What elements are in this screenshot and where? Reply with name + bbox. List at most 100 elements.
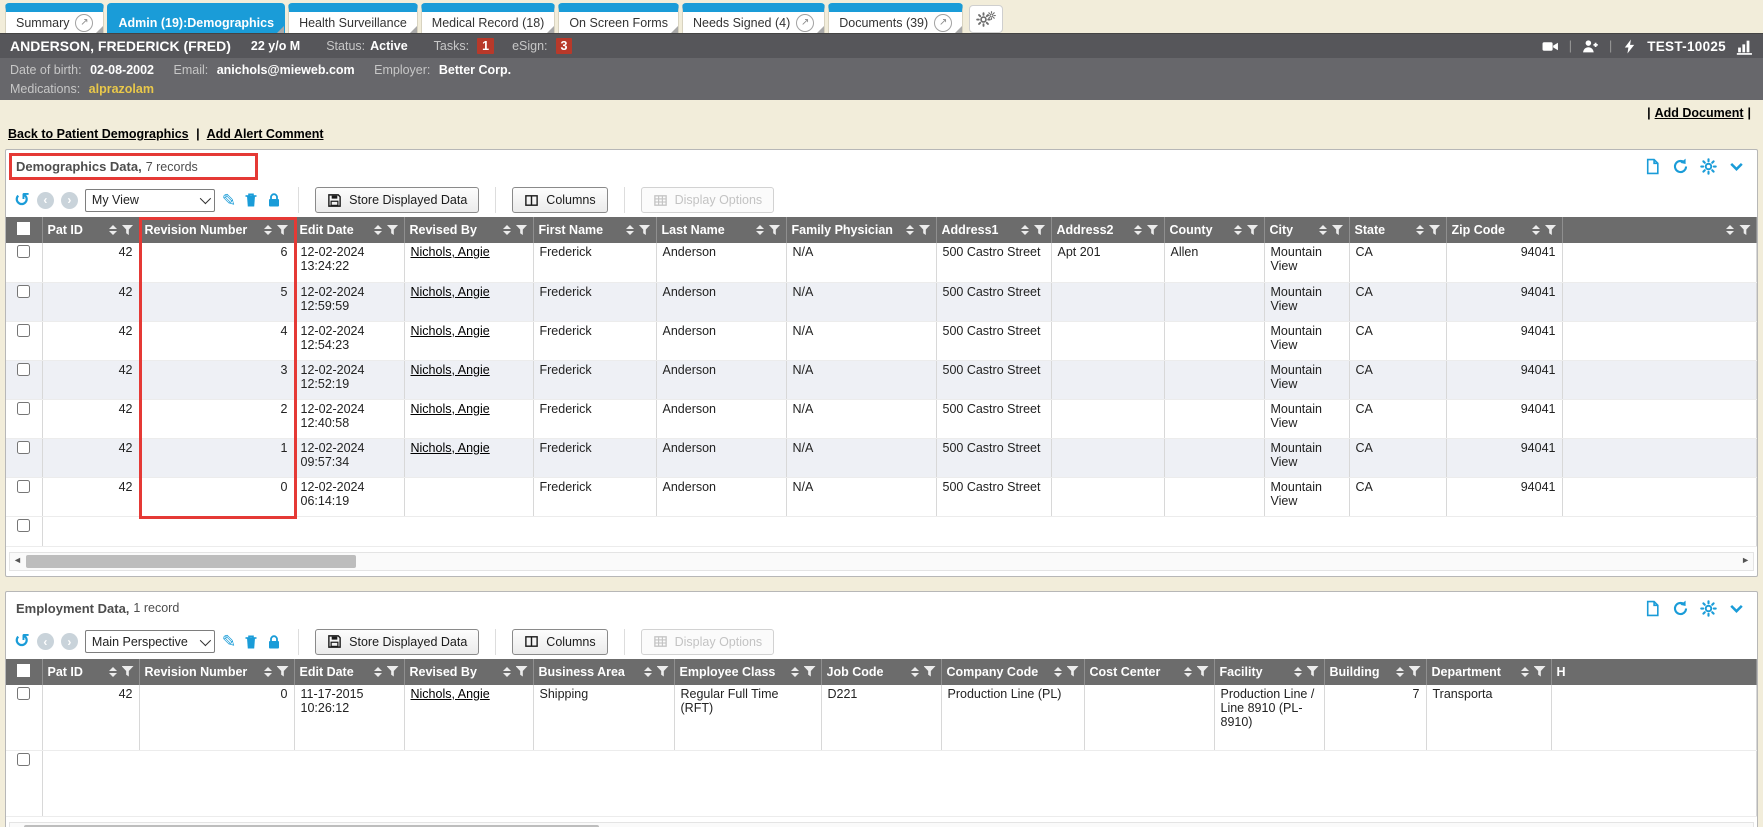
row-checkbox[interactable]	[17, 324, 30, 337]
filter-icon[interactable]	[804, 666, 816, 677]
delete-view-icon[interactable]	[243, 634, 259, 650]
filter-icon[interactable]	[277, 225, 289, 236]
col-header-pat-id[interactable]: Pat ID	[42, 217, 139, 243]
tab-on-screen-forms[interactable]: On Screen Forms	[558, 3, 679, 33]
col-header-business-area[interactable]: Business Area	[533, 659, 674, 685]
history-forward-icon[interactable]: ›	[61, 633, 78, 650]
sort-icon[interactable]	[374, 667, 382, 677]
filter-icon[interactable]	[516, 225, 528, 236]
tab-documents[interactable]: Documents (39) ↗	[828, 3, 963, 33]
revised-by-link[interactable]: Nichols, Angie	[411, 363, 490, 377]
filter-icon[interactable]	[1147, 225, 1159, 236]
col-header-department[interactable]: Department	[1426, 659, 1551, 685]
revised-by-link[interactable]: Nichols, Angie	[411, 441, 490, 455]
sort-icon[interactable]	[1294, 667, 1302, 677]
columns-button[interactable]: Columns	[512, 187, 607, 213]
filter-icon[interactable]	[639, 225, 651, 236]
tab-needs-signed[interactable]: Needs Signed (4) ↗	[682, 3, 825, 33]
col-header-employee-class[interactable]: Employee Class	[674, 659, 821, 685]
col-header-edit-date[interactable]: Edit Date	[294, 217, 404, 243]
back-to-demographics-link[interactable]: Back to Patient Demographics	[8, 127, 189, 141]
filter-icon[interactable]	[387, 666, 399, 677]
history-forward-icon[interactable]: ›	[61, 192, 78, 209]
col-header-building[interactable]: Building	[1324, 659, 1426, 685]
lock-view-icon[interactable]	[266, 192, 282, 208]
add-person-icon[interactable]	[1582, 38, 1599, 55]
medications-value[interactable]: alprazolam	[89, 82, 154, 96]
sort-icon[interactable]	[756, 225, 764, 235]
col-header-partial[interactable]: H	[1551, 659, 1757, 685]
refresh-icon[interactable]	[1672, 600, 1689, 617]
add-document-link[interactable]: Add Document	[1655, 106, 1744, 120]
history-back-icon[interactable]: ‹	[37, 633, 54, 650]
col-header-address2[interactable]: Address2	[1051, 217, 1164, 243]
sort-icon[interactable]	[1021, 225, 1029, 235]
revised-by-link[interactable]: Nichols, Angie	[411, 285, 490, 299]
filter-icon[interactable]	[919, 225, 931, 236]
add-alert-comment-link[interactable]: Add Alert Comment	[207, 127, 324, 141]
new-document-icon[interactable]	[1644, 600, 1661, 617]
sort-icon[interactable]	[906, 225, 914, 235]
columns-button[interactable]: Columns	[512, 629, 607, 655]
demographics-h-scrollbar[interactable]: ◄ ►	[9, 552, 1754, 571]
external-link-icon[interactable]: ↗	[934, 14, 952, 32]
sort-icon[interactable]	[374, 225, 382, 235]
store-displayed-data-button[interactable]: Store Displayed Data	[315, 629, 479, 655]
employment-h-scrollbar[interactable]: ◄ ►	[9, 822, 1754, 827]
row-checkbox[interactable]	[17, 402, 30, 415]
select-all-checkbox[interactable]	[17, 664, 30, 677]
sort-icon[interactable]	[1234, 225, 1242, 235]
scroll-right-icon[interactable]: ►	[1741, 555, 1750, 565]
bolt-icon[interactable]	[1622, 39, 1637, 54]
filter-icon[interactable]	[657, 666, 669, 677]
filter-icon[interactable]	[122, 225, 134, 236]
view-select[interactable]: My View	[85, 189, 215, 212]
tab-medical-record[interactable]: Medical Record (18)	[421, 3, 556, 33]
filter-icon[interactable]	[122, 666, 134, 677]
tab-health-surveillance[interactable]: Health Surveillance	[288, 3, 418, 33]
edit-view-icon[interactable]: ✎	[222, 633, 236, 650]
scrollbar-thumb[interactable]	[26, 555, 356, 568]
col-header-state[interactable]: State	[1349, 217, 1446, 243]
sort-icon[interactable]	[626, 225, 634, 235]
filter-icon[interactable]	[1307, 666, 1319, 677]
filter-icon[interactable]	[1332, 225, 1344, 236]
collapse-chevron-icon[interactable]	[1728, 158, 1745, 175]
gear-icon[interactable]	[1700, 600, 1717, 617]
sort-icon[interactable]	[1416, 225, 1424, 235]
scroll-left-icon[interactable]: ◄	[13, 555, 22, 565]
sort-icon[interactable]	[264, 225, 272, 235]
external-link-icon[interactable]: ↗	[75, 14, 93, 32]
undo-icon[interactable]: ↺	[14, 632, 30, 651]
edit-view-icon[interactable]: ✎	[222, 192, 236, 209]
filter-icon[interactable]	[1739, 225, 1751, 236]
row-checkbox[interactable]	[17, 519, 30, 532]
col-header-family-physician[interactable]: Family Physician	[786, 217, 936, 243]
tasks-badge[interactable]: 1	[477, 38, 494, 54]
view-select[interactable]: Main Perspective	[85, 630, 215, 653]
filter-icon[interactable]	[387, 225, 399, 236]
filter-icon[interactable]	[1545, 225, 1557, 236]
sort-icon[interactable]	[503, 225, 511, 235]
filter-icon[interactable]	[277, 666, 289, 677]
collapse-chevron-icon[interactable]	[1728, 600, 1745, 617]
sort-icon[interactable]	[1134, 225, 1142, 235]
delete-view-icon[interactable]	[243, 192, 259, 208]
col-header-address1[interactable]: Address1	[936, 217, 1051, 243]
refresh-icon[interactable]	[1672, 158, 1689, 175]
col-header-revised-by[interactable]: Revised By	[404, 217, 533, 243]
sort-icon[interactable]	[1521, 667, 1529, 677]
filter-icon[interactable]	[1534, 666, 1546, 677]
sort-icon[interactable]	[109, 667, 117, 677]
col-header-revised-by[interactable]: Revised By	[404, 659, 533, 685]
gear-icon[interactable]	[1700, 158, 1717, 175]
video-call-icon[interactable]	[1542, 38, 1559, 55]
undo-icon[interactable]: ↺	[14, 191, 30, 210]
external-link-icon[interactable]: ↗	[796, 14, 814, 32]
filter-icon[interactable]	[1067, 666, 1079, 677]
sort-icon[interactable]	[503, 667, 511, 677]
row-checkbox[interactable]	[17, 363, 30, 376]
col-header-cost-center[interactable]: Cost Center	[1084, 659, 1214, 685]
revised-by-link[interactable]: Nichols, Angie	[411, 687, 490, 701]
filter-icon[interactable]	[924, 666, 936, 677]
